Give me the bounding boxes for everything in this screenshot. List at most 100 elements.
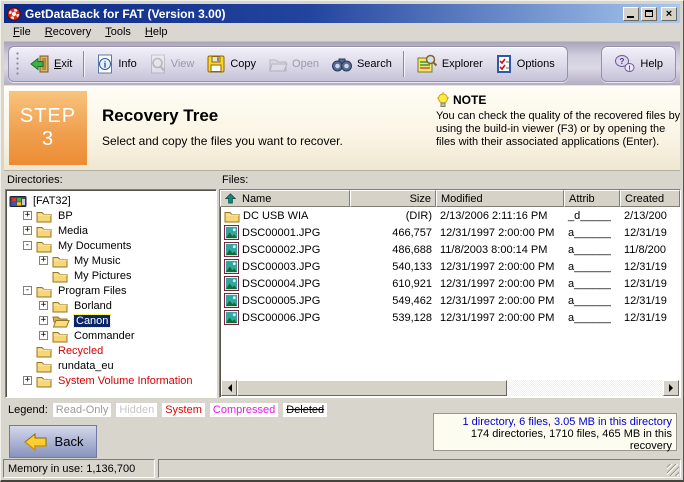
column-header-size[interactable]: Size: [350, 190, 436, 207]
info-button[interactable]: i Info: [90, 51, 142, 77]
tree-item-rundata-eu[interactable]: rundata_eu: [9, 358, 216, 373]
file-row[interactable]: DSC00002.JPG 486,688 11/8/2003 8:00:14 P…: [220, 241, 680, 258]
step-number: 3: [42, 128, 54, 151]
tree-expander[interactable]: +: [39, 301, 48, 310]
tree-expander[interactable]: +: [23, 376, 32, 385]
file-row[interactable]: DSC00001.JPG 466,757 12/31/1997 2:00:00 …: [220, 224, 680, 241]
explorer-button[interactable]: Explorer: [410, 51, 489, 77]
note-box: NOTE You can check the quality of the re…: [436, 92, 682, 149]
lightbulb-icon: [436, 92, 450, 108]
menu-recovery[interactable]: Recovery: [38, 24, 98, 40]
sort-up-arrow-icon: [225, 193, 236, 204]
resize-grip-icon[interactable]: [667, 464, 679, 476]
help-button[interactable]: ? ! Help: [608, 51, 669, 77]
image-file-icon: [224, 242, 239, 257]
file-created: 12/31/19: [620, 261, 680, 273]
menu-help[interactable]: Help: [138, 24, 175, 40]
tree-item-label: My Pictures: [72, 270, 133, 282]
file-created: 2/13/200: [620, 210, 680, 222]
close-button[interactable]: ×: [661, 7, 677, 21]
toolbar-drag-handle[interactable]: [15, 51, 20, 77]
tree-item-label: BP: [56, 210, 75, 222]
folder-icon: [224, 209, 240, 223]
app-icon: [7, 7, 21, 21]
file-row[interactable]: DC USB WIA (DIR) 2/13/2006 2:11:16 PM _d…: [220, 207, 680, 224]
menu-bar: File Recovery Tools Help: [4, 23, 680, 42]
tree-item-my-documents[interactable]: - My Documents: [9, 238, 216, 253]
image-file-icon: [224, 225, 239, 240]
legend-deleted: Deleted: [283, 403, 327, 417]
menu-file[interactable]: File: [6, 24, 38, 40]
tree-item-my-music[interactable]: + My Music: [9, 253, 216, 268]
tree-expander[interactable]: +: [23, 226, 32, 235]
copy-button[interactable]: Copy: [200, 51, 262, 77]
file-row[interactable]: DSC00005.JPG 549,462 12/31/1997 2:00:00 …: [220, 292, 680, 309]
image-file-icon: [224, 276, 239, 291]
minimize-button[interactable]: [623, 7, 639, 21]
horizontal-scrollbar[interactable]: [221, 380, 679, 396]
file-modified: 12/31/1997 2:00:00 PM: [436, 312, 564, 324]
column-header-modified[interactable]: Modified: [436, 190, 564, 207]
file-row[interactable]: DSC00004.JPG 610,921 12/31/1997 2:00:00 …: [220, 275, 680, 292]
folder-icon: [52, 299, 68, 313]
directory-summary: 1 directory, 6 files, 3.05 MB in this di…: [438, 416, 672, 428]
tree-expander[interactable]: +: [23, 211, 32, 220]
exit-button[interactable]: Exit: [24, 51, 78, 77]
column-header-attrib[interactable]: Attrib: [564, 190, 620, 207]
file-modified: 12/31/1997 2:00:00 PM: [436, 227, 564, 239]
tree-item-bp[interactable]: + BP: [9, 208, 216, 223]
file-name: DSC00003.JPG: [242, 261, 320, 273]
tree-item-system-volume-information[interactable]: + System Volume Information: [9, 373, 216, 388]
tree-expander[interactable]: -: [23, 241, 32, 250]
status-bar: Memory in use: 1,136,700: [3, 459, 681, 478]
tree-expander[interactable]: -: [23, 286, 32, 295]
tree-item-program-files[interactable]: - Program Files: [9, 283, 216, 298]
back-button[interactable]: Back: [9, 425, 97, 458]
scrollbar-thumb[interactable]: [237, 380, 507, 396]
search-button[interactable]: Search: [325, 52, 398, 76]
options-checklist-icon: [495, 54, 513, 74]
scroll-right-button[interactable]: [663, 380, 679, 396]
tree-expander[interactable]: +: [39, 316, 48, 325]
summary-box: 1 directory, 6 files, 3.05 MB in this di…: [433, 413, 677, 451]
scroll-left-button[interactable]: [221, 380, 237, 396]
tree-item-borland[interactable]: + Borland: [9, 298, 216, 313]
tree-item-commander[interactable]: + Commander: [9, 328, 216, 343]
options-button[interactable]: Options: [489, 51, 561, 77]
file-created: 12/31/19: [620, 312, 680, 324]
tree-expander[interactable]: +: [39, 331, 48, 340]
column-header-name[interactable]: Name: [220, 190, 350, 207]
folder-icon: [36, 209, 52, 223]
exit-label: Exit: [54, 58, 72, 70]
help-bubbles-icon: ? !: [614, 54, 636, 74]
file-size: 539,128: [350, 312, 436, 324]
minimize-icon: [627, 16, 634, 18]
scroll-right-icon: [669, 384, 677, 392]
file-row[interactable]: DSC00006.JPG 539,128 12/31/1997 2:00:00 …: [220, 309, 680, 326]
exit-door-icon: [30, 54, 50, 74]
tree-item-media[interactable]: + Media: [9, 223, 216, 238]
file-row[interactable]: DSC00003.JPG 540,133 12/31/1997 2:00:00 …: [220, 258, 680, 275]
file-modified: 12/31/1997 2:00:00 PM: [436, 261, 564, 273]
tree-item-label: Recycled: [56, 345, 105, 357]
note-text: You can check the quality of the recover…: [436, 110, 682, 149]
tree-item-fat32[interactable]: [FAT32]: [9, 193, 216, 208]
file-size: 486,688: [350, 244, 436, 256]
file-created: 12/31/19: [620, 227, 680, 239]
tree-item-recycled[interactable]: Recycled: [9, 343, 216, 358]
title-bar: GetDataBack for FAT (Version 3.00) ×: [4, 4, 680, 23]
file-size: 540,133: [350, 261, 436, 273]
file-size: 610,921: [350, 278, 436, 290]
toolbar-main-group: Exit i Info View: [8, 46, 568, 82]
tree-item-canon[interactable]: + Canon: [9, 313, 216, 328]
tree-item-label-selected: Canon: [74, 315, 110, 327]
directory-tree: [FAT32] + BP + Media - My Documents + My…: [5, 189, 217, 398]
file-attrib: _d_____: [564, 210, 620, 222]
column-header-created[interactable]: Created: [620, 190, 680, 207]
open-folder-icon: [268, 55, 288, 73]
tree-expander[interactable]: +: [39, 256, 48, 265]
maximize-button[interactable]: [641, 7, 657, 21]
tree-item-my-pictures[interactable]: My Pictures: [9, 268, 216, 283]
file-modified: 12/31/1997 2:00:00 PM: [436, 295, 564, 307]
menu-tools[interactable]: Tools: [98, 24, 138, 40]
